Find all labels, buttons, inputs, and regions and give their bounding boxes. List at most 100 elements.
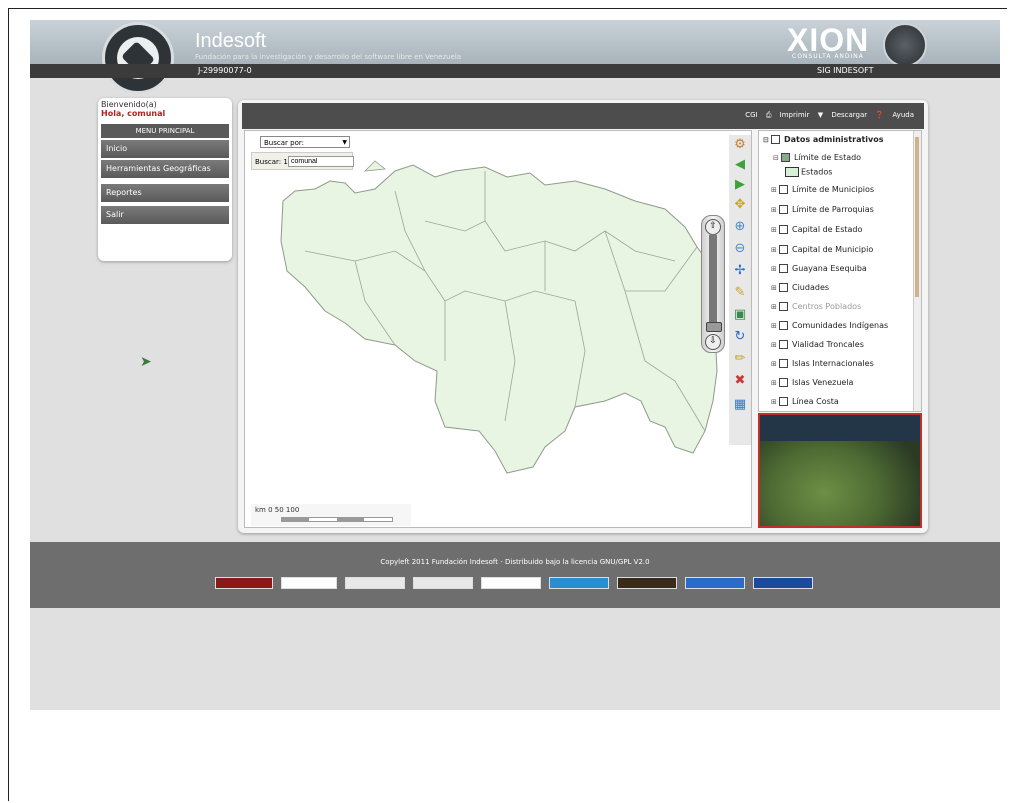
layer-item[interactable]: ⊞ Islas Internacionales (771, 359, 874, 368)
layer-item[interactable]: ⊞ Guayana Esequiba (771, 264, 867, 273)
layer-item[interactable]: ⊞ Islas Venezuela (771, 378, 853, 387)
layer-root-label: Datos administrativos (784, 135, 884, 144)
refresh-icon[interactable]: ↻ (732, 329, 748, 345)
zoom-thumb[interactable] (706, 322, 722, 332)
rif-number: J-29990077-0 (198, 66, 252, 75)
print-label: Imprimir (779, 111, 810, 119)
move-icon[interactable]: ✢ (732, 263, 748, 279)
layer-item[interactable]: ⊞ Límite de Municipios (771, 185, 874, 194)
sponsor-logo[interactable] (549, 577, 609, 589)
back-arrow-icon[interactable]: ◀ (732, 157, 748, 173)
menu-item-salir[interactable]: Salir (101, 206, 229, 224)
zoom-slider[interactable]: ⇧ ⇩ (701, 215, 725, 353)
search-input[interactable] (288, 156, 354, 167)
layer-item[interactable]: ⊞ Ciudades (771, 283, 829, 292)
help-button[interactable]: ❓ Ayuda (875, 111, 914, 119)
query-icon[interactable]: ▣ (732, 307, 748, 323)
sponsor-logo[interactable] (281, 577, 337, 589)
layer-item[interactable]: ⊞ Vialidad Troncales (771, 340, 864, 349)
layer-checkbox[interactable] (781, 153, 790, 162)
expand-icon[interactable]: ⊞ (771, 322, 779, 330)
sponsor-logo[interactable] (753, 577, 813, 589)
partner-subtitle: CONSULTA ANDINA (792, 53, 864, 60)
zoom-box-in-icon[interactable]: ⊕ (732, 219, 748, 235)
search-by-select[interactable]: Buscar por: ▼ (260, 136, 350, 148)
user-name: Hola, comunal (101, 109, 166, 118)
search-by-value: Buscar por: (264, 139, 304, 147)
forward-arrow-icon[interactable]: ▶ (732, 177, 748, 193)
layer-item[interactable]: ⊞ Límite de Parroquias (771, 205, 874, 214)
layer-checkbox[interactable] (779, 397, 788, 406)
info-icon[interactable]: ✎ (732, 285, 748, 301)
layer-item[interactable]: ⊞ Comunidades Indígenas (771, 321, 888, 330)
expand-icon[interactable]: ⊞ (771, 265, 779, 273)
pan-icon[interactable]: ✥ (732, 197, 748, 213)
layer-label: Centros Poblados (792, 302, 862, 311)
layer-checkbox[interactable] (779, 359, 788, 368)
expand-icon[interactable]: ⊞ (771, 303, 779, 311)
print-button[interactable]: ⎙ Imprimir (766, 111, 810, 119)
download-button[interactable]: ▼ Descargar (818, 111, 867, 119)
collapse-icon[interactable]: ⊟ (763, 136, 771, 144)
layer-item[interactable]: ⊞ Capital de Municipio (771, 245, 873, 254)
footer: Copyleft 2011 Fundación Indesoft - Distr… (30, 542, 1000, 608)
layer-label: Límite de Estado (794, 153, 862, 162)
layer-legend: Estados (785, 167, 832, 177)
expand-icon[interactable]: ⊞ (771, 246, 779, 254)
measure-icon[interactable]: ✏ (732, 351, 748, 367)
layer-group-root[interactable]: ⊟ Datos administrativos (763, 135, 884, 144)
layer-checkbox[interactable] (779, 225, 788, 234)
layer-item[interactable]: ⊞ Capital de Estado (771, 225, 862, 234)
sponsor-logo[interactable] (345, 577, 405, 589)
scrollbar-thumb[interactable] (915, 137, 919, 297)
menu-item-inicio[interactable]: Inicio (101, 140, 229, 158)
layer-scrollbar[interactable] (913, 131, 921, 411)
expand-icon[interactable]: ⊞ (771, 360, 779, 368)
layer-checkbox[interactable] (779, 264, 788, 273)
zoom-in-icon[interactable]: ⇧ (705, 219, 721, 235)
sponsor-logo[interactable] (413, 577, 473, 589)
layer-item[interactable]: ⊞ Línea Costa (771, 397, 839, 406)
expand-icon[interactable]: ⊞ (771, 206, 779, 214)
collapse-icon[interactable]: ⊟ (773, 154, 781, 162)
layer-checkbox[interactable] (779, 321, 788, 330)
layer-checkbox[interactable] (779, 283, 788, 292)
expand-icon[interactable]: ⊞ (771, 284, 779, 292)
map-tools: ⚙ ◀ ▶ ✥ ⊕ ⊖ ✢ ✎ ▣ ↻ ✏ ✖ ▦ (729, 135, 751, 445)
marker-icon[interactable]: ✖ (732, 373, 748, 389)
layer-checkbox[interactable] (779, 302, 788, 311)
zoom-out-icon[interactable]: ⇩ (705, 334, 721, 350)
brand-subtitle: Fundación para la investigación y desarr… (195, 53, 462, 61)
sponsor-logo[interactable] (481, 577, 541, 589)
download-label: Descargar (831, 111, 868, 119)
layer-checkbox[interactable] (779, 245, 788, 254)
layer-item[interactable]: ⊟ Límite de Estado (773, 153, 861, 162)
sponsor-logo[interactable] (215, 577, 273, 589)
sponsor-logo[interactable] (685, 577, 745, 589)
full-extent-icon[interactable]: ⚙ (732, 137, 748, 153)
welcome-label: Bienvenido(a) (101, 100, 157, 109)
map-viewport[interactable]: Buscar por: ▼ Buscar: 1 ⇧ ⇩ ⚙ ◀ ▶ ✥ ⊕ ⊖ … (244, 130, 752, 528)
layer-label: Islas Venezuela (792, 378, 854, 387)
layer-checkbox[interactable] (771, 135, 780, 144)
sponsor-logo[interactable] (617, 577, 677, 589)
expand-icon[interactable]: ⊞ (771, 186, 779, 194)
scale-bar: km 0 50 100 (251, 504, 411, 526)
expand-icon[interactable]: ⊞ (771, 398, 779, 406)
cgi-link[interactable]: CGI (745, 111, 757, 119)
layer-checkbox[interactable] (779, 185, 788, 194)
expand-icon[interactable]: ⊞ (771, 379, 779, 387)
layers-icon[interactable]: ▦ (732, 397, 748, 413)
menu-item-herramientas[interactable]: Herramientas Geográficas (101, 160, 229, 178)
layer-item[interactable]: ⊞ Centros Poblados (771, 302, 861, 311)
overview-map[interactable] (758, 413, 922, 528)
zoom-box-out-icon[interactable]: ⊖ (732, 241, 748, 257)
zoom-track[interactable] (709, 234, 717, 330)
layer-checkbox[interactable] (779, 378, 788, 387)
layer-checkbox[interactable] (779, 340, 788, 349)
layer-checkbox[interactable] (779, 205, 788, 214)
expand-icon[interactable]: ⊞ (771, 226, 779, 234)
expand-icon[interactable]: ⊞ (771, 341, 779, 349)
main-menu: Bienvenido(a) Hola, comunal MENU PRINCIP… (98, 98, 232, 261)
menu-item-reportes[interactable]: Reportes (101, 184, 229, 202)
